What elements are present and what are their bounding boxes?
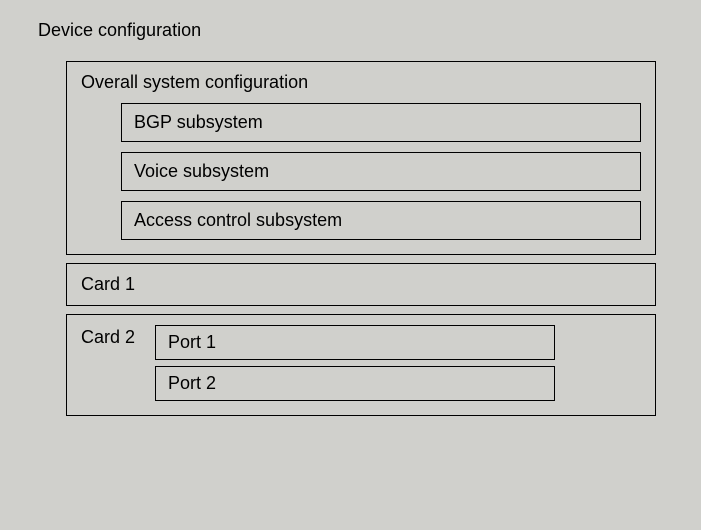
card-2-box: Card 2 Port 1 Port 2: [66, 314, 656, 416]
page-title: Device configuration: [38, 20, 671, 41]
port-1-box: Port 1: [155, 325, 555, 360]
system-config-box: Overall system configuration BGP subsyst…: [66, 61, 656, 255]
port-2-box: Port 2: [155, 366, 555, 401]
subsystem-voice: Voice subsystem: [121, 152, 641, 191]
subsystem-bgp: BGP subsystem: [121, 103, 641, 142]
system-config-label: Overall system configuration: [81, 72, 641, 93]
card-1-box: Card 1: [66, 263, 656, 306]
card-2-label: Card 2: [81, 325, 135, 348]
ports-container: Port 1 Port 2: [155, 325, 555, 401]
subsystem-access-control: Access control subsystem: [121, 201, 641, 240]
card-1-label: Card 1: [81, 274, 135, 294]
diagram-container: Overall system configuration BGP subsyst…: [66, 61, 656, 416]
subsystems-container: BGP subsystem Voice subsystem Access con…: [121, 103, 641, 240]
